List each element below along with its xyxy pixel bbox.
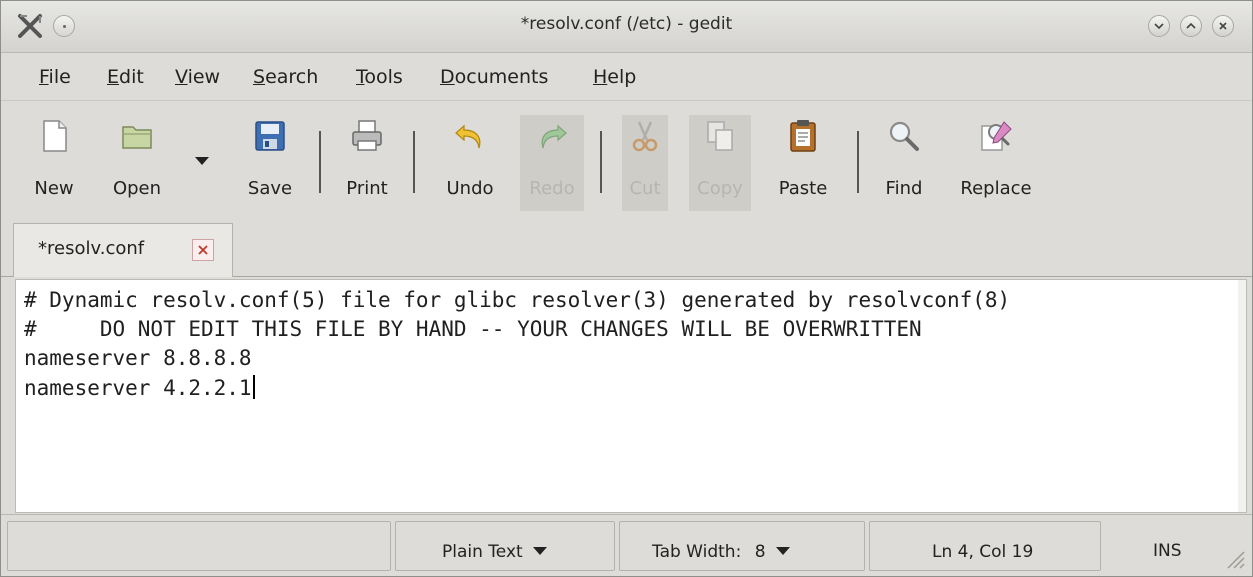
minimize-icon [1154, 23, 1164, 30]
toolbar-separator [600, 131, 602, 193]
vertical-scrollbar[interactable] [1238, 280, 1246, 512]
cursor-position: Ln 4, Col 19 [869, 521, 1101, 571]
resize-grip-icon[interactable] [1220, 544, 1246, 570]
toolbar-separator [319, 131, 321, 193]
folder-icon [122, 126, 152, 149]
scissors-icon [632, 121, 658, 152]
chevron-down-icon [775, 547, 790, 555]
menu-help[interactable]: Help [593, 66, 636, 88]
editor-line-current: nameserver 4.2.2.1 [24, 375, 255, 400]
new-button[interactable]: New [29, 115, 79, 211]
minimize-button[interactable] [1148, 15, 1170, 37]
menu-tools[interactable]: Tools [356, 66, 403, 88]
clipboard-icon [790, 120, 816, 152]
redo-icon [541, 124, 567, 149]
status-bar: Plain Text Tab Width: 8 Ln 4, Col 19 INS [1, 514, 1252, 576]
document-tabs: *resolv.conf [1, 219, 1252, 277]
paste-button[interactable]: Paste [771, 115, 835, 211]
close-tab-button[interactable] [192, 239, 214, 261]
printer-icon [352, 120, 382, 151]
toolbar-separator [413, 131, 415, 193]
menu-file[interactable]: File [39, 66, 71, 88]
gedit-window: *resolv.conf (/etc) - gedit File Edit Vi… [0, 0, 1253, 577]
undo-button[interactable]: Undo [438, 115, 502, 211]
text-editor[interactable]: # Dynamic resolv.conf(5) file for glibc … [15, 279, 1247, 513]
chevron-down-icon [532, 547, 547, 555]
menu-documents[interactable]: Documents [440, 66, 548, 88]
editor-line: # DO NOT EDIT THIS FILE BY HAND -- YOUR … [24, 317, 922, 341]
cut-button[interactable]: Cut [622, 115, 668, 211]
editor-line: nameserver 8.8.8.8 [24, 346, 252, 370]
language-selector[interactable]: Plain Text [395, 521, 615, 571]
menu-edit[interactable]: Edit [107, 66, 144, 88]
open-recent-dropdown[interactable] [195, 157, 209, 165]
status-message [7, 521, 391, 571]
editor-line: # Dynamic resolv.conf(5) file for glibc … [24, 288, 1011, 312]
copy-icon [707, 121, 733, 151]
undo-icon [455, 124, 481, 149]
save-button[interactable]: Save [241, 115, 299, 211]
close-window-button[interactable] [1212, 15, 1234, 37]
print-button[interactable]: Print [337, 115, 397, 211]
open-button[interactable]: Open [101, 115, 173, 211]
text-cursor [252, 375, 255, 399]
toolbar-separator [857, 131, 859, 193]
save-icon [255, 121, 285, 151]
close-icon [1219, 22, 1227, 30]
redo-button[interactable]: Redo [520, 115, 584, 211]
maximize-button[interactable] [1180, 15, 1202, 37]
menu-search[interactable]: Search [253, 66, 318, 88]
close-tab-icon [198, 245, 208, 255]
copy-button[interactable]: Copy [689, 115, 751, 211]
find-replace-icon [981, 121, 1012, 151]
tab-label: *resolv.conf [38, 238, 145, 259]
find-button[interactable]: Find [879, 115, 929, 211]
tab-width-selector[interactable]: Tab Width: 8 [619, 521, 865, 571]
menu-view[interactable]: View [175, 66, 220, 88]
magnifier-icon [889, 121, 919, 151]
window-title: *resolv.conf (/etc) - gedit [520, 14, 733, 34]
title-bar[interactable]: *resolv.conf (/etc) - gedit [1, 1, 1252, 53]
tab-resolv-conf[interactable]: *resolv.conf [13, 223, 233, 277]
replace-button[interactable]: Replace [951, 115, 1041, 211]
toolbar: New Open Save Print Undo Redo Cut Copy P… [1, 100, 1252, 218]
maximize-icon [1186, 22, 1196, 29]
new-document-icon [43, 120, 67, 152]
menu-bar: File Edit View Search Tools Documents He… [1, 54, 1252, 100]
